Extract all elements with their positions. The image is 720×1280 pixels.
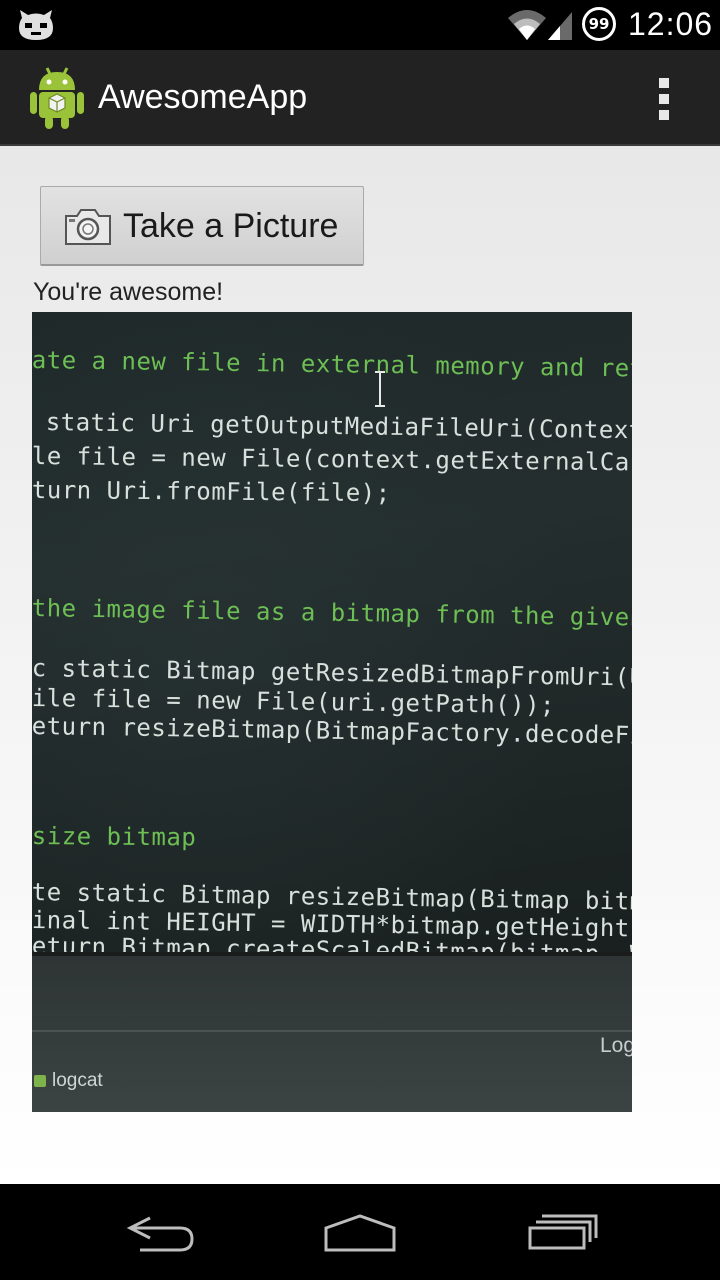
app-title: AwesomeApp (98, 78, 308, 116)
recent-apps-icon[interactable] (524, 1208, 604, 1258)
signal-icon (548, 12, 572, 40)
camera-icon (65, 209, 111, 245)
logcat-label: logcat (52, 1070, 103, 1091)
code-line-text: le file = new File(context.getExternalCa… (32, 442, 632, 477)
cyanogenmod-icon (19, 10, 53, 40)
wifi-icon (508, 10, 546, 40)
code-line: ate a new file in external memory and re… (32, 346, 632, 383)
code-line: static Uri getOutputMediaFileUri(Context (46, 408, 632, 444)
logcat-panel (32, 952, 632, 1112)
text-cursor-icon (375, 371, 385, 407)
code-line: turn Uri.fromFile(file); (32, 476, 391, 507)
code-line: the image file as a bitmap from the give… (32, 594, 632, 632)
action-bar: AwesomeApp (0, 50, 720, 146)
code-line-text: static Uri getOutputMediaFileUri(Context (45, 408, 632, 445)
status-clock: 12:06 (628, 6, 714, 42)
code-line: size bitmap (32, 822, 197, 852)
overflow-menu-icon[interactable] (650, 74, 678, 124)
code-line: le file = new File(context.getExternalCa… (32, 442, 632, 477)
panel-divider (32, 1030, 632, 1032)
logcat-icon (34, 1074, 46, 1087)
take-picture-label: Take a Picture (123, 207, 339, 245)
home-icon[interactable] (320, 1208, 400, 1258)
navigation-bar (0, 1184, 720, 1280)
main-content: Take a Picture You're awesome! ate a new… (0, 146, 720, 1184)
battery-indicator: 99 (582, 7, 616, 41)
panel-divider (32, 952, 632, 956)
logcat-tab: logcat (34, 1070, 103, 1092)
status-bar: 99 12:06 (0, 0, 720, 50)
android-app-icon (30, 67, 84, 129)
code-line-text: turn Uri.fromFile(file); (32, 476, 391, 508)
captured-photo: ate a new file in external memory and re… (32, 312, 632, 1112)
status-message: You're awesome! (33, 278, 224, 306)
log-tab: Log (600, 1034, 632, 1057)
back-icon[interactable] (120, 1208, 200, 1258)
take-picture-button[interactable]: Take a Picture (40, 186, 364, 266)
